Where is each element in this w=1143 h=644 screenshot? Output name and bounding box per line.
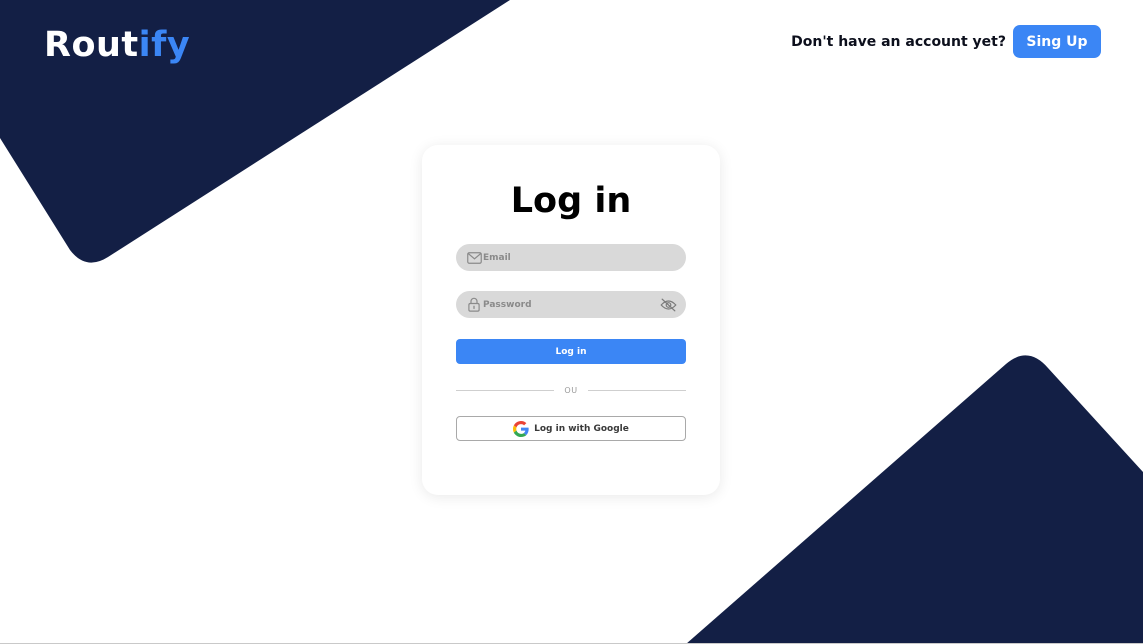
login-card: Log in Log in OU [422,145,720,495]
google-icon [513,420,529,437]
signup-area: Don't have an account yet? Sing Up [791,25,1101,58]
login-button[interactable]: Log in [456,339,686,364]
divider-line-left [456,389,555,391]
eye-off-icon[interactable] [660,297,677,312]
signup-button[interactable]: Sing Up [1013,25,1101,58]
google-login-label: Log in with Google [534,423,629,434]
email-input[interactable] [483,244,653,271]
bottom-right-shape [686,355,1143,644]
brand-logo[interactable]: Routify [44,23,190,67]
or-divider: OU [456,384,686,396]
brand-name-accent: ify [138,25,191,65]
signup-prompt: Don't have an account yet? [791,33,1006,50]
password-input[interactable] [483,291,653,318]
login-title: Log in [510,181,632,221]
brand-name-prefix: Rout [44,25,139,65]
divider-text: OU [564,385,578,395]
lock-icon [466,297,482,312]
divider-line-right [587,389,686,391]
email-field[interactable] [456,244,686,271]
google-login-button[interactable]: Log in with Google [456,416,686,441]
envelope-icon [466,250,482,265]
password-field[interactable] [456,291,686,318]
